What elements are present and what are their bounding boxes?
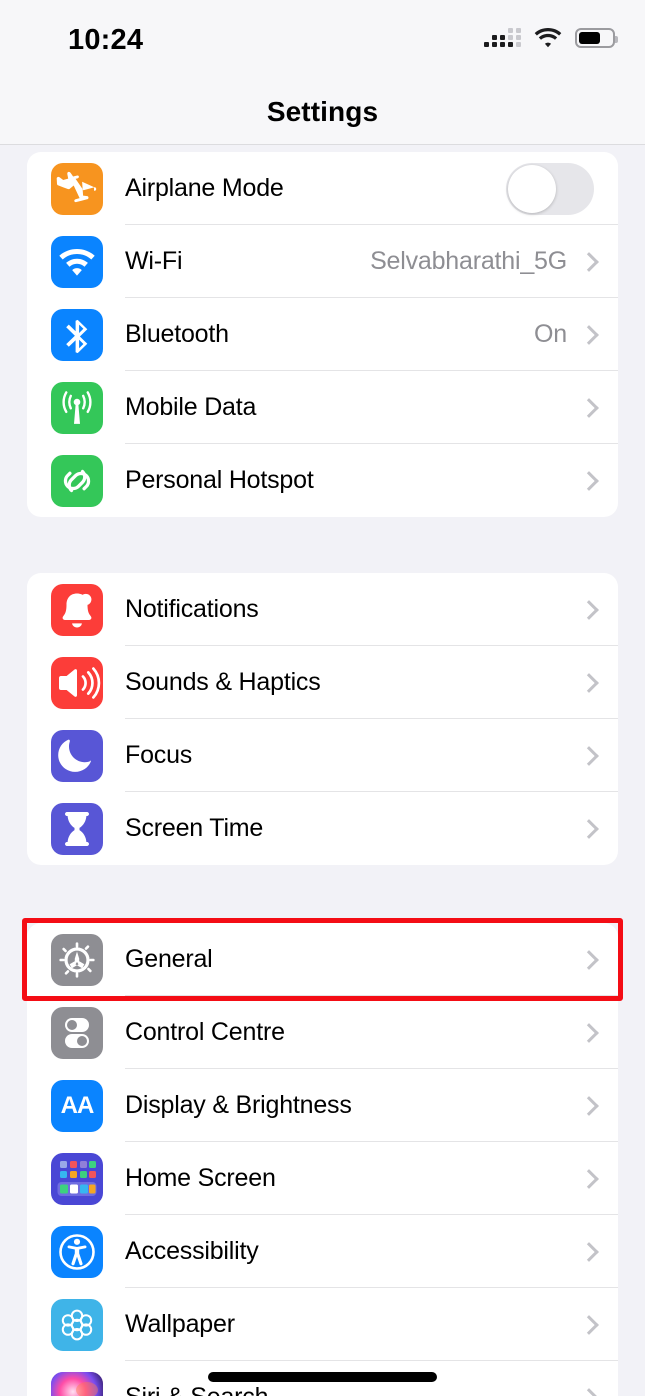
settings-row-home-screen[interactable]: Home Screen (27, 1142, 618, 1215)
gear-icon (51, 933, 103, 986)
siri-orb-icon (51, 1371, 103, 1396)
cellular-dots-icon (484, 28, 521, 47)
chevron-right-icon (581, 745, 594, 767)
settings-row-wallpaper[interactable]: Wallpaper (27, 1288, 618, 1361)
aa-text-icon: AA (51, 1079, 103, 1132)
airplane-icon (51, 162, 103, 215)
settings-row-bluetooth[interactable]: Bluetooth On (27, 298, 618, 371)
chevron-right-icon (581, 1314, 594, 1336)
hotspot-link-icon (51, 454, 103, 507)
settings-row-general[interactable]: General (27, 923, 618, 996)
bluetooth-icon (51, 308, 103, 361)
chevron-right-icon (581, 599, 594, 621)
chevron-right-icon (581, 324, 594, 346)
settings-row-label: Mobile Data (125, 393, 257, 421)
status-bar-time: 10:24 (68, 24, 144, 56)
settings-row-notifications[interactable]: Notifications (27, 573, 618, 646)
settings-group-alerts: Notifications Sounds & Haptics Focus Screen… (27, 573, 618, 865)
settings-group-system: General Control Centre AA Display & Brightn… (27, 923, 618, 1396)
settings-row-label: Home Screen (125, 1164, 276, 1192)
hourglass-icon (51, 802, 103, 855)
settings-row-label: Wallpaper (125, 1310, 235, 1338)
chevron-right-icon (581, 818, 594, 840)
status-bar-indicators (484, 27, 618, 48)
control-centre-icon (51, 1006, 103, 1059)
chevron-right-icon (581, 251, 594, 273)
wallpaper-flower-icon (51, 1298, 103, 1351)
battery-icon (575, 27, 618, 48)
settings-row-airplane-mode[interactable]: Airplane Mode (27, 152, 618, 225)
settings-group-connectivity: Airplane Mode Wi-Fi Selvabharathi_5G Blueto… (27, 152, 618, 517)
chevron-right-icon (581, 1387, 594, 1396)
settings-row-screen-time[interactable]: Screen Time (27, 792, 618, 865)
settings-row-label: Wi-Fi (125, 247, 183, 275)
settings-row-label: Bluetooth (125, 320, 229, 348)
settings-row-sounds-haptics[interactable]: Sounds & Haptics (27, 646, 618, 719)
settings-row-label: Display & Brightness (125, 1091, 352, 1119)
settings-row-wi-fi[interactable]: Wi-Fi Selvabharathi_5G (27, 225, 618, 298)
settings-row-label: Accessibility (125, 1237, 259, 1265)
moon-icon (51, 729, 103, 782)
bell-icon (51, 583, 103, 636)
chevron-right-icon (581, 1168, 594, 1190)
toggle-knob (508, 164, 556, 213)
chevron-right-icon (581, 1022, 594, 1044)
settings-row-display-brightness[interactable]: AA Display & Brightness (27, 1069, 618, 1142)
settings-row-label: Sounds & Haptics (125, 668, 321, 696)
antenna-icon (51, 381, 103, 434)
chevron-right-icon (581, 397, 594, 419)
wifi-icon (534, 27, 562, 48)
settings-row-value: On (534, 320, 567, 348)
settings-row-label: Focus (125, 741, 193, 769)
settings-row-focus[interactable]: Focus (27, 719, 618, 792)
chevron-right-icon (581, 949, 594, 971)
speaker-icon (51, 656, 103, 709)
chevron-right-icon (581, 1241, 594, 1263)
settings-row-personal-hotspot[interactable]: Personal Hotspot (27, 444, 618, 517)
home-screen-grid-icon (51, 1152, 103, 1205)
settings-row-label: Airplane Mode (125, 174, 284, 202)
settings-row-label: Screen Time (125, 814, 264, 842)
settings-row-label: Siri & Search (125, 1383, 268, 1396)
wifi-icon (51, 235, 103, 288)
iphone-settings-screen: 10:24 Settings Airplane Mode Wi-Fi Selva… (0, 0, 645, 1396)
settings-row-label: Personal Hotspot (125, 466, 314, 494)
chevron-right-icon (581, 1095, 594, 1117)
settings-row-control-centre[interactable]: Control Centre (27, 996, 618, 1069)
settings-row-label: Notifications (125, 595, 259, 623)
page-title: Settings (266, 96, 379, 127)
airplane-mode-toggle[interactable] (506, 162, 594, 215)
chevron-right-icon (581, 470, 594, 492)
navigation-bar: Settings (0, 78, 645, 145)
chevron-right-icon (581, 672, 594, 694)
settings-row-accessibility[interactable]: Accessibility (27, 1215, 618, 1288)
settings-list[interactable]: Airplane Mode Wi-Fi Selvabharathi_5G Blueto… (0, 146, 645, 1396)
settings-row-label: Control Centre (125, 1018, 285, 1046)
home-indicator-bar (208, 1372, 437, 1382)
settings-row-mobile-data[interactable]: Mobile Data (27, 371, 618, 444)
settings-row-label: General (125, 945, 213, 973)
accessibility-icon (51, 1225, 103, 1278)
status-bar: 10:24 (0, 0, 645, 78)
settings-row-value: Selvabharathi_5G (370, 247, 567, 275)
